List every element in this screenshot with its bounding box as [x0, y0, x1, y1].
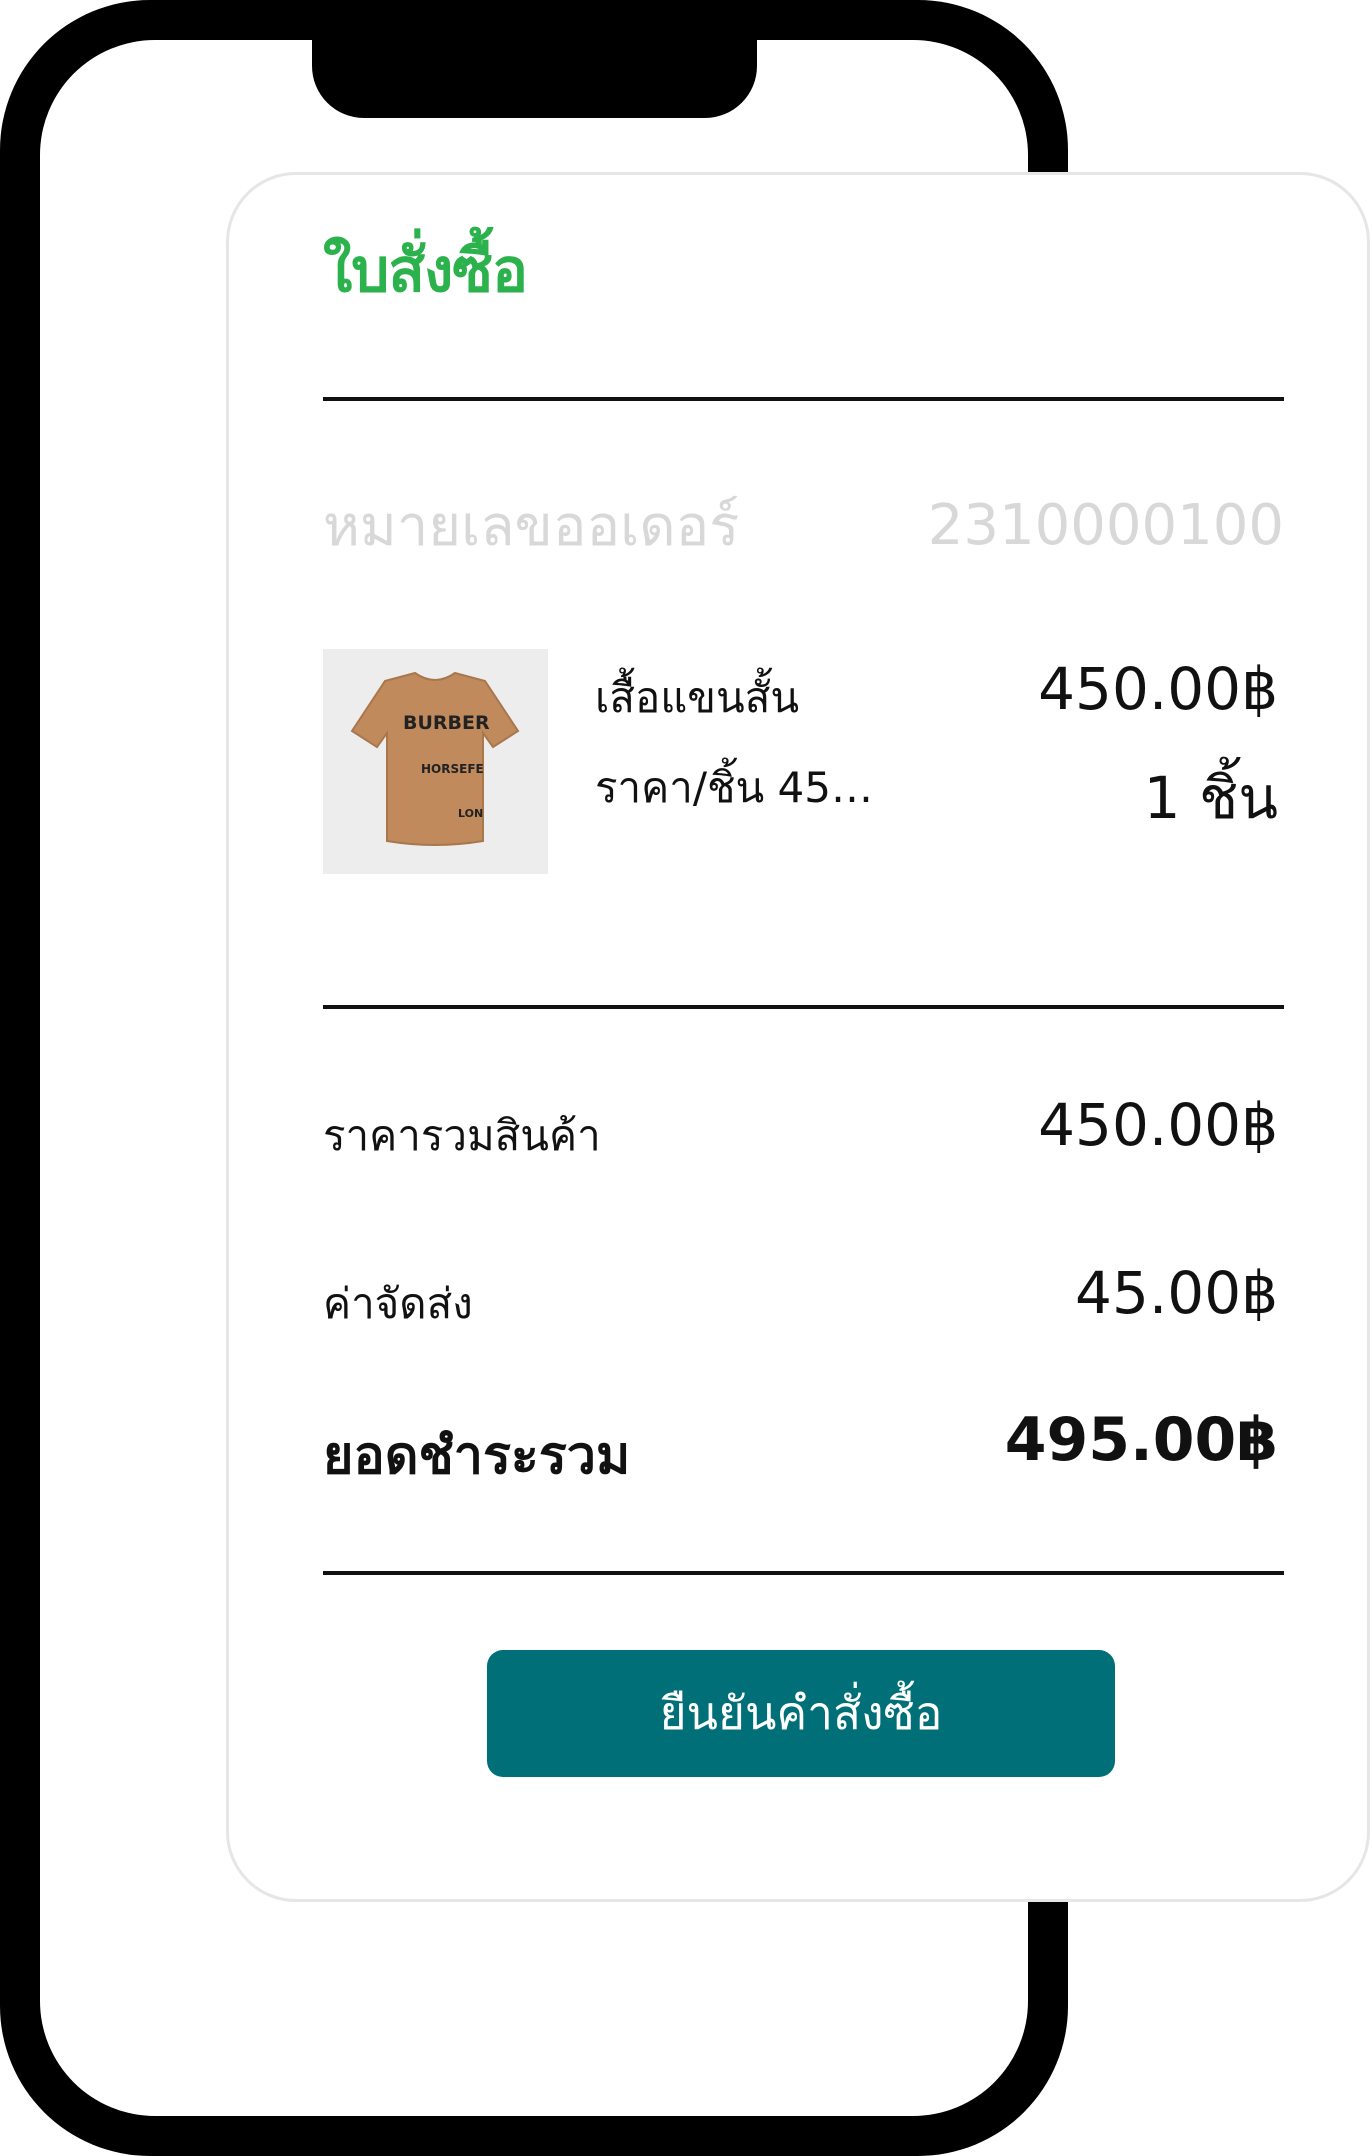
shirt-print-line1: BURBER [403, 712, 490, 734]
receipt-title: ใบสั่งซื้อ [323, 236, 528, 306]
subtotal-value: 450.00฿ [1038, 1091, 1278, 1159]
divider-top [323, 397, 1284, 401]
product-quantity: 1 ชิ้น [1143, 764, 1278, 832]
product-image: BURBER HORSEFE LON [323, 649, 548, 874]
order-receipt-card: ใบสั่งซื้อ หมายเลขออเดอร์ 2310000100 BUR… [226, 172, 1370, 1902]
grand-total-value: 495.00฿ [1004, 1405, 1278, 1475]
order-number-label: หมายเลขออเดอร์ [323, 493, 740, 559]
order-number-row: หมายเลขออเดอร์ 2310000100 [323, 485, 1284, 565]
shipping-value: 45.00฿ [1075, 1259, 1278, 1327]
phone-notch [312, 0, 757, 118]
shirt-print-line2: HORSEFE [421, 762, 484, 776]
shirt-print-line3: LON [458, 807, 483, 820]
shipping-label: ค่าจัดส่ง [323, 1279, 473, 1328]
divider-bottom [323, 1571, 1284, 1575]
tshirt-icon: BURBER HORSEFE LON [323, 649, 548, 874]
product-name: เสื้อแขนสั้น [595, 673, 800, 722]
product-unit-price: ราคา/ชิ้น 450... [595, 763, 895, 812]
confirm-order-button[interactable]: ยืนยันคำสั่งซื้อ [487, 1650, 1115, 1777]
divider-middle [323, 1005, 1284, 1009]
grand-total-label: ยอดชำระรวม [323, 1426, 631, 1486]
subtotal-label: ราคารวมสินค้า [323, 1111, 601, 1160]
order-number-value: 2310000100 [927, 492, 1284, 558]
product-line-total: 450.00฿ [1038, 655, 1278, 723]
